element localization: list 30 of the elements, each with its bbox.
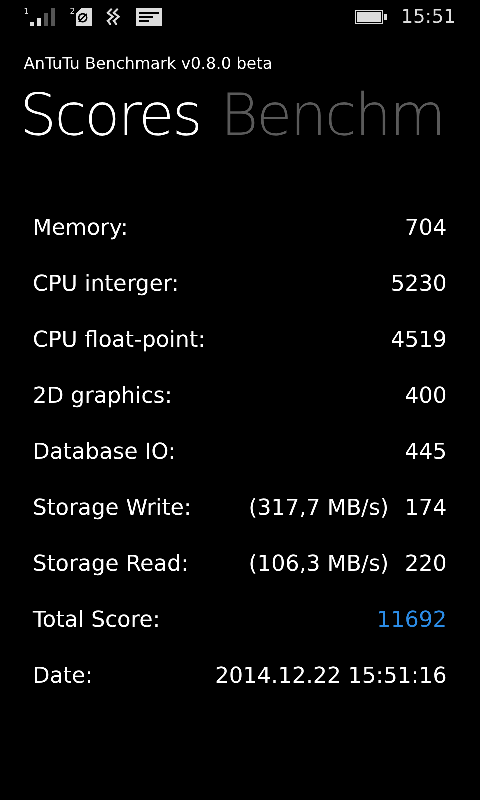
score-value: 2014.12.22 15:51:16: [215, 664, 447, 688]
score-label: Storage Read:: [33, 552, 190, 576]
vibrate-icon: [106, 8, 122, 26]
app-title: AnTuTu Benchmark v0.8.0 beta: [24, 54, 274, 74]
sim-icon: [76, 8, 92, 26]
score-value: 174: [405, 496, 447, 520]
sim-label: 1: [24, 8, 30, 16]
score-label: CPU float-point:: [33, 328, 207, 352]
score-label: Storage Write:: [33, 496, 193, 520]
score-value: 5230: [391, 272, 447, 296]
pivot-header[interactable]: Scores: [20, 76, 201, 154]
battery-icon: [355, 10, 388, 24]
score-value: 704: [405, 216, 447, 240]
score-label: 2D graphics:: [33, 384, 174, 408]
score-label: Database IO:: [33, 440, 177, 464]
speed-value: (106,3 MB/s): [248, 552, 389, 576]
score-label: Memory:: [33, 216, 130, 240]
score-value: 11692: [377, 608, 447, 632]
score-value: 400: [405, 384, 447, 408]
score-label: CPU interger:: [33, 272, 180, 296]
score-label: Date:: [33, 664, 94, 688]
signal-icon: [30, 8, 56, 26]
message-icon: [136, 8, 162, 26]
score-value: 445: [405, 440, 447, 464]
speed-value: (317,7 MB/s): [248, 496, 389, 520]
clock-time: 15:51: [401, 6, 456, 28]
score-label: Total Score:: [33, 608, 162, 632]
sim-label: 2: [70, 8, 76, 16]
score-value: 220: [405, 552, 447, 576]
score-value: 4519: [391, 328, 447, 352]
